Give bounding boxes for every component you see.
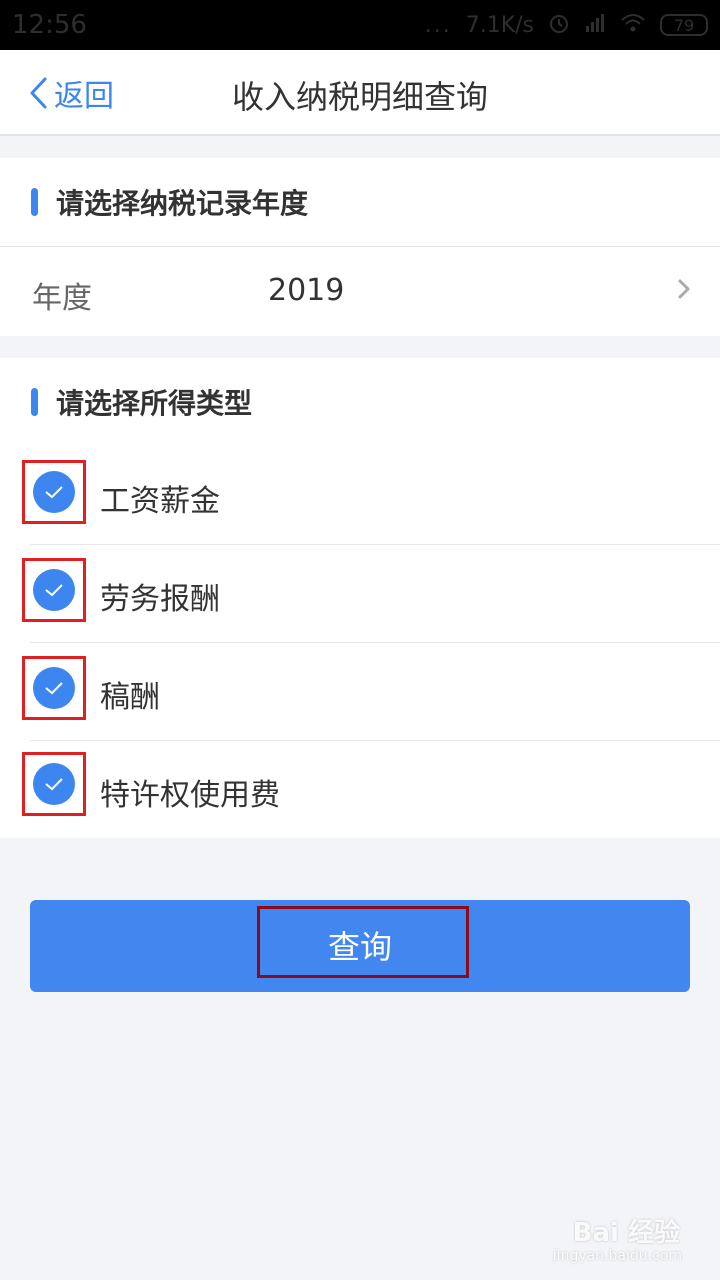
watermark-logo: Bai 经验 <box>572 1218 680 1248</box>
year-label: 年度 <box>32 281 92 316</box>
highlight-frame <box>22 558 86 622</box>
status-dots: ... <box>424 12 452 38</box>
income-option-row[interactable]: 稿酬 <box>0 642 720 740</box>
chevron-right-icon <box>678 279 690 299</box>
checked-checkbox[interactable] <box>33 667 75 709</box>
income-option-row[interactable]: 特许权使用费 <box>0 740 720 838</box>
income-option-label: 劳务报酬 <box>100 582 220 617</box>
checked-checkbox[interactable] <box>33 763 75 805</box>
year-selector[interactable]: 年度 2019 <box>0 246 720 336</box>
highlight-frame <box>22 752 86 816</box>
query-button[interactable]: 查询 <box>30 900 690 992</box>
check-icon <box>45 778 63 791</box>
check-icon <box>45 682 63 695</box>
check-icon <box>45 584 63 597</box>
highlight-frame <box>22 656 86 720</box>
year-value: 2019 <box>268 273 345 308</box>
wifi-icon <box>620 12 646 39</box>
signal-icon <box>584 12 606 39</box>
income-option-label: 稿酬 <box>100 680 160 715</box>
type-section-header: 请选择所得类型 <box>0 358 720 446</box>
row-divider <box>30 544 720 545</box>
income-option-row[interactable]: 工资薪金 <box>0 446 720 544</box>
year-section: 请选择纳税记录年度 年度 2019 <box>0 158 720 336</box>
status-indicators: ... 7.1K/s 79 <box>425 12 708 39</box>
section-accent-bar <box>31 388 38 416</box>
alarm-icon <box>548 12 570 39</box>
watermark-url: jingyan.baidu.com <box>552 1248 682 1264</box>
checked-checkbox[interactable] <box>33 569 75 611</box>
network-speed: 7.1K/s <box>465 12 534 38</box>
income-option-label: 工资薪金 <box>100 484 220 519</box>
section-accent-bar <box>31 188 38 216</box>
year-section-title: 请选择纳税记录年度 <box>56 187 309 220</box>
row-divider <box>30 740 720 741</box>
type-section-title: 请选择所得类型 <box>56 387 253 420</box>
battery-icon: 79 <box>660 14 708 36</box>
highlight-frame <box>22 460 86 524</box>
checked-checkbox[interactable] <box>33 471 75 513</box>
row-divider <box>30 642 720 643</box>
income-type-section: 请选择所得类型 工资薪金 劳务报酬 稿酬 特许权使用费 <box>0 358 720 838</box>
query-button-label: 查询 <box>327 928 392 966</box>
check-icon <box>45 486 63 499</box>
nav-bar: 返回 收入纳税明细查询 <box>0 50 720 136</box>
page-title: 收入纳税明细查询 <box>231 78 488 116</box>
year-section-header: 请选择纳税记录年度 <box>0 158 720 246</box>
status-time: 12:56 <box>12 10 87 40</box>
income-option-label: 特许权使用费 <box>100 778 280 813</box>
status-bar: 12:56 ... 7.1K/s 79 <box>0 0 720 50</box>
income-option-row[interactable]: 劳务报酬 <box>0 544 720 642</box>
